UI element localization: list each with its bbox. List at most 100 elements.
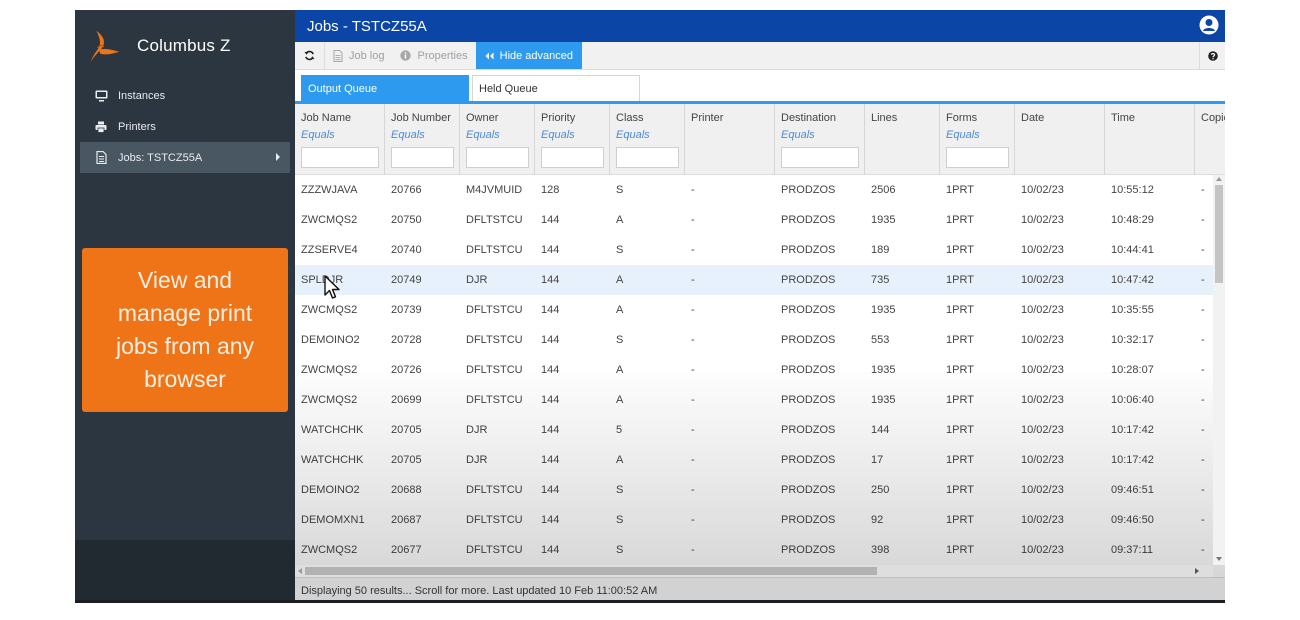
scroll-down-icon[interactable] (1216, 557, 1222, 561)
cell-destination: PRODZOS (781, 334, 836, 346)
cell-priority: 144 (541, 514, 560, 526)
column-header-date[interactable]: Date (1015, 104, 1105, 175)
column-header-copies[interactable]: Copies (1195, 104, 1225, 175)
cell-copies: - (1201, 454, 1205, 466)
table-row[interactable]: ZWCMQS2 20677 DFLTSTCU 144 S - PRODZOS 398 1PRT 1… (295, 535, 1213, 565)
refresh-button[interactable] (295, 42, 325, 69)
column-header-time[interactable]: Time (1105, 104, 1195, 175)
cell-printer: - (691, 364, 695, 376)
cell-date: 10/02/23 (1021, 334, 1064, 346)
filter-input-job-name[interactable] (301, 147, 379, 168)
cell-lines: 1935 (871, 304, 896, 316)
table-row[interactable]: ZZSERVE4 20740 DFLTSTCU 144 S - PRODZOS 189 1PRT… (295, 235, 1213, 265)
vertical-scrollbar[interactable] (1213, 175, 1225, 565)
horizontal-scrollbar[interactable] (295, 565, 1213, 577)
cell-printer: - (691, 244, 695, 256)
table-row[interactable]: ZWCMQS2 20726 DFLTSTCU 144 A - PRODZOS 1935 1PRT… (295, 355, 1213, 385)
horizontal-scroll-thumb[interactable] (305, 567, 877, 575)
cell-forms: 1PRT (946, 304, 974, 316)
cell-destination: PRODZOS (781, 244, 836, 256)
tab-held-queue[interactable]: Held Queue (472, 75, 640, 101)
table-row[interactable]: WATCHCHK 20705 DJR 144 5 - PRODZOS 144 1PRT 10/02… (295, 415, 1213, 445)
hide-advanced-button[interactable]: Hide advanced (475, 42, 583, 69)
user-circle-icon[interactable] (1199, 15, 1219, 35)
cell-job-name: ZWCMQS2 (301, 304, 358, 316)
filter-input-class[interactable] (616, 147, 679, 168)
cell-job-name: ZZZWJAVA (301, 184, 358, 196)
cell-owner: DFLTSTCU (466, 514, 523, 526)
cell-owner: DJR (466, 274, 488, 286)
cell-time: 10:55:12 (1111, 184, 1154, 196)
column-header-printer[interactable]: Printer (685, 104, 775, 175)
filter-input-job-number[interactable] (391, 147, 454, 168)
cell-forms: 1PRT (946, 364, 974, 376)
column-header-destination[interactable]: Destination Equals (775, 104, 865, 175)
filter-input-destination[interactable] (781, 147, 859, 168)
table-row[interactable]: ZWCMQS2 20699 DFLTSTCU 144 A - PRODZOS 1935 1PRT… (295, 385, 1213, 415)
scroll-up-icon[interactable] (1216, 177, 1222, 181)
sidebar-item-printers[interactable]: Printers (80, 111, 290, 142)
filter-operator-link[interactable]: Equals (301, 129, 378, 141)
table-row[interactable]: ZWCMQS2 20750 DFLTSTCU 144 A - PRODZOS 1935 1PRT… (295, 205, 1213, 235)
cell-lines: 1935 (871, 394, 896, 406)
column-header-job-number[interactable]: Job Number Equals (385, 104, 460, 175)
filter-input-owner[interactable] (466, 147, 529, 168)
sidebar-item-jobs[interactable]: Jobs: TSTCZ55A (80, 142, 290, 173)
cell-class: A (616, 364, 624, 376)
filter-input-priority[interactable] (541, 147, 604, 168)
cell-forms: 1PRT (946, 334, 974, 346)
table-row[interactable]: DEMOMXN1 20687 DFLTSTCU 144 S - PRODZOS 92 1PRT 1… (295, 505, 1213, 535)
column-header-forms[interactable]: Forms Equals (940, 104, 1015, 175)
vertical-scroll-thumb[interactable] (1215, 185, 1223, 283)
cell-owner: DFLTSTCU (466, 214, 523, 226)
cell-job-number: 20750 (391, 214, 422, 226)
column-header-class[interactable]: Class Equals (610, 104, 685, 175)
tab-output-queue[interactable]: Output Queue (301, 75, 469, 101)
column-header-job-name[interactable]: Job Name Equals (295, 104, 385, 175)
cell-job-number: 20705 (391, 454, 422, 466)
scroll-right-icon[interactable] (1195, 568, 1199, 574)
table-row[interactable]: DEMOINO2 20728 DFLTSTCU 144 S - PRODZOS 553 1PRT… (295, 325, 1213, 355)
cell-lines: 250 (871, 484, 890, 496)
cell-date: 10/02/23 (1021, 364, 1064, 376)
cell-time: 09:37:11 (1111, 544, 1154, 556)
table-row[interactable]: DEMOINO2 20688 DFLTSTCU 144 S - PRODZOS 250 1PRT… (295, 475, 1213, 505)
printer-icon (94, 120, 108, 134)
cell-date: 10/02/23 (1021, 394, 1064, 406)
sidebar: Columbus Z Instances Printers Jobs: TSTC… (75, 10, 295, 600)
filter-operator-link[interactable]: Equals (616, 129, 678, 141)
cell-class: S (616, 244, 624, 256)
filter-operator-link[interactable]: Equals (541, 129, 603, 141)
filter-operator-link[interactable]: Equals (466, 129, 528, 141)
brand[interactable]: Columbus Z (85, 24, 231, 68)
filter-operator-link[interactable]: Equals (391, 129, 453, 141)
cell-printer: - (691, 424, 695, 436)
cell-printer: - (691, 544, 695, 556)
column-header-owner[interactable]: Owner Equals (460, 104, 535, 175)
job-log-button[interactable]: Job log (325, 42, 392, 69)
filter-operator-link[interactable]: Equals (781, 129, 858, 141)
filter-input-forms[interactable] (946, 147, 1009, 168)
cell-copies: - (1201, 364, 1205, 376)
cell-time: 09:46:51 (1111, 484, 1154, 496)
cell-time: 10:06:40 (1111, 394, 1154, 406)
table-row[interactable]: ZWCMQS2 20739 DFLTSTCU 144 A - PRODZOS 1935 1PRT… (295, 295, 1213, 325)
properties-button[interactable]: Properties (392, 42, 475, 69)
cell-job-name: ZWCMQS2 (301, 394, 358, 406)
column-header-lines[interactable]: Lines (865, 104, 940, 175)
cell-owner: DFLTSTCU (466, 394, 523, 406)
column-header-priority[interactable]: Priority Equals (535, 104, 610, 175)
table-row[interactable]: SPLDJR 20749 DJR 144 A - PRODZOS 735 1PRT 10/02/2… (295, 265, 1213, 295)
table-row[interactable]: ZZZWJAVA 20766 M4JVMUID 128 S - PRODZOS 2506 1PR… (295, 175, 1213, 205)
help-button[interactable] (1199, 42, 1225, 69)
cell-job-number: 20699 (391, 394, 422, 406)
sidebar-item-instances[interactable]: Instances (80, 80, 290, 111)
cell-job-number: 20739 (391, 304, 422, 316)
cell-class: A (616, 214, 624, 226)
scroll-left-icon[interactable] (298, 568, 302, 574)
table-row[interactable]: WATCHCHK 20705 DJR 144 A - PRODZOS 17 1PRT 10/02/… (295, 445, 1213, 475)
cell-copies: - (1201, 214, 1205, 226)
filter-operator-link[interactable]: Equals (946, 129, 1008, 141)
cell-time: 10:32:17 (1111, 334, 1154, 346)
status-bar: Displaying 50 results... Scroll for more… (295, 577, 1225, 600)
